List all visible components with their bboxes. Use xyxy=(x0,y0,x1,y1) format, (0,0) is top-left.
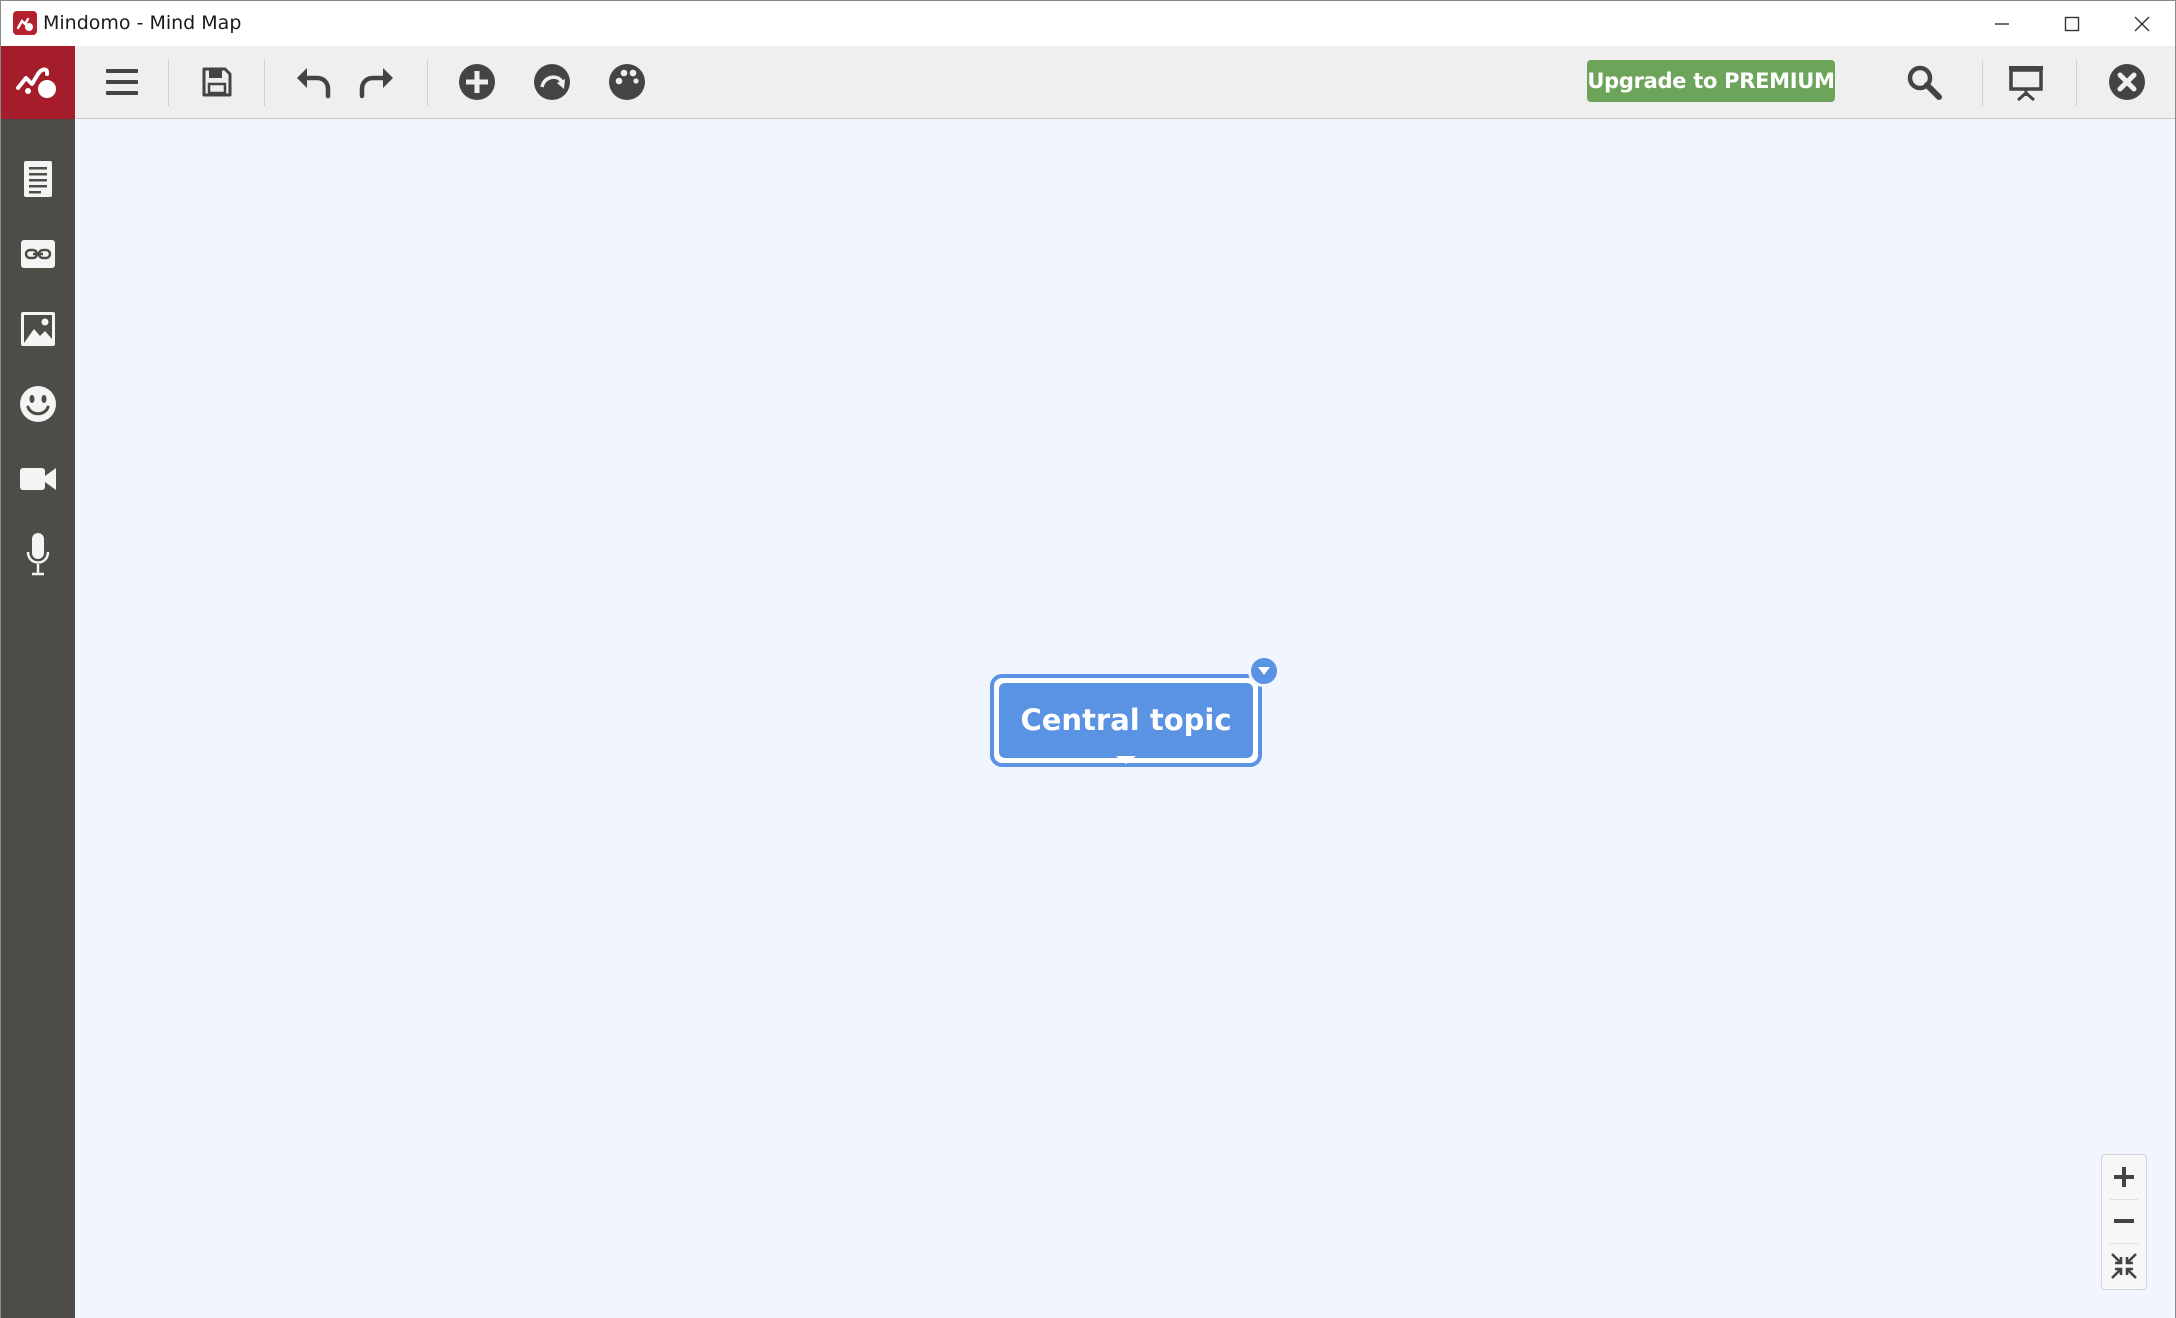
toolbar-separator xyxy=(1982,60,1983,106)
toolbar-separator xyxy=(264,60,265,106)
redo-icon xyxy=(359,68,393,99)
search-icon xyxy=(1907,65,1942,100)
save-button[interactable] xyxy=(185,46,249,118)
close-map-button[interactable] xyxy=(2095,46,2159,118)
theme-icon xyxy=(609,64,645,100)
zoom-out-button[interactable] xyxy=(2102,1199,2146,1243)
central-topic-node[interactable]: Central topic xyxy=(999,683,1253,758)
add-topic-button[interactable] xyxy=(445,46,509,118)
maximize-icon xyxy=(2064,16,2080,32)
mindomo-logo-icon xyxy=(16,67,56,98)
redo-button[interactable] xyxy=(345,46,409,118)
sidebar-item-notes[interactable] xyxy=(1,142,75,216)
close-map-icon xyxy=(2109,64,2145,100)
emoticon-icon xyxy=(20,386,56,422)
topic-notch xyxy=(1116,756,1136,764)
chevron-down-icon xyxy=(1258,667,1270,675)
relationship-icon xyxy=(534,64,570,100)
relationship-button[interactable] xyxy=(520,46,584,118)
save-icon xyxy=(202,67,232,97)
menu-button[interactable] xyxy=(90,46,154,118)
notes-icon xyxy=(24,161,52,197)
image-icon xyxy=(21,312,55,346)
search-button[interactable] xyxy=(1892,46,1956,118)
close-icon xyxy=(2134,16,2150,32)
close-window-button[interactable] xyxy=(2107,1,2176,46)
presentation-icon xyxy=(2009,66,2043,101)
mindomo-logo[interactable] xyxy=(1,46,75,119)
zoom-controls xyxy=(2101,1154,2147,1290)
app-window: Mindomo - Mind Map Upgrade to PREMIUM Ce… xyxy=(0,0,2176,1318)
sidebar-item-audio[interactable] xyxy=(1,517,75,591)
microphone-icon xyxy=(26,533,50,576)
toolbar-separator xyxy=(2076,60,2077,106)
undo-button[interactable] xyxy=(281,46,345,118)
fit-map-button[interactable] xyxy=(2102,1244,2146,1288)
theme-button[interactable] xyxy=(595,46,659,118)
window-title: Mindomo - Mind Map xyxy=(43,12,242,34)
upgrade-premium-button[interactable]: Upgrade to PREMIUM xyxy=(1587,60,1835,102)
minimize-button[interactable] xyxy=(1967,1,2037,46)
maximize-button[interactable] xyxy=(2037,1,2107,46)
add-topic-icon xyxy=(459,64,495,100)
topic-options-button[interactable] xyxy=(1248,655,1280,687)
menu-icon xyxy=(106,69,138,95)
zoom-in-button[interactable] xyxy=(2102,1155,2146,1199)
left-sidebar xyxy=(1,119,75,1318)
main-toolbar: Upgrade to PREMIUM xyxy=(1,46,2175,119)
zoom-in-icon xyxy=(2114,1167,2134,1187)
title-bar: Mindomo - Mind Map xyxy=(1,1,2175,46)
sidebar-item-video[interactable] xyxy=(1,442,75,516)
link-icon xyxy=(21,240,55,268)
sidebar-item-emoticon[interactable] xyxy=(1,367,75,441)
video-icon xyxy=(20,468,56,490)
minimize-icon xyxy=(1995,23,2009,25)
sidebar-item-link[interactable] xyxy=(1,217,75,291)
mindomo-app-icon xyxy=(13,11,37,35)
undo-icon xyxy=(297,68,331,99)
presentation-button[interactable] xyxy=(1994,46,2058,118)
sidebar-item-image[interactable] xyxy=(1,292,75,366)
fit-map-icon xyxy=(2111,1253,2137,1279)
toolbar-separator xyxy=(168,60,169,106)
toolbar-separator xyxy=(427,60,428,106)
zoom-out-icon xyxy=(2114,1219,2134,1223)
